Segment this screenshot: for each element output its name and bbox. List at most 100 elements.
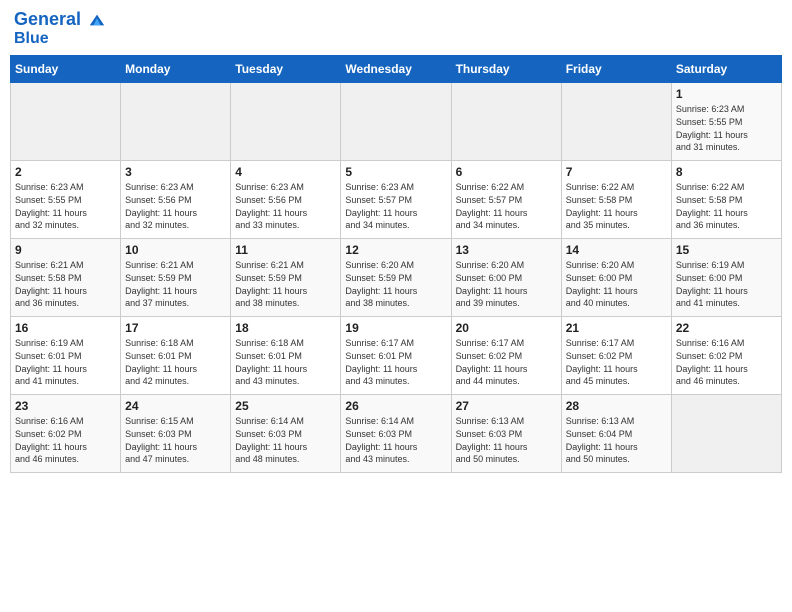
day-info: Sunrise: 6:16 AM Sunset: 6:02 PM Dayligh… xyxy=(676,337,777,387)
day-info: Sunrise: 6:20 AM Sunset: 6:00 PM Dayligh… xyxy=(456,259,557,309)
calendar-cell xyxy=(671,395,781,473)
calendar-cell xyxy=(231,83,341,161)
calendar-cell: 16 Sunrise: 6:19 AM Sunset: 6:01 PM Dayli… xyxy=(11,317,121,395)
calendar-cell xyxy=(11,83,121,161)
day-info: Sunrise: 6:18 AM Sunset: 6:01 PM Dayligh… xyxy=(125,337,226,387)
calendar-cell: 2 Sunrise: 6:23 AM Sunset: 5:55 PM Daylig… xyxy=(11,161,121,239)
day-info: Sunrise: 6:13 AM Sunset: 6:03 PM Dayligh… xyxy=(456,415,557,465)
day-number: 21 xyxy=(566,321,667,335)
calendar-cell: 24 Sunrise: 6:15 AM Sunset: 6:03 PM Dayli… xyxy=(121,395,231,473)
day-info: Sunrise: 6:19 AM Sunset: 6:01 PM Dayligh… xyxy=(15,337,116,387)
day-info: Sunrise: 6:18 AM Sunset: 6:01 PM Dayligh… xyxy=(235,337,336,387)
day-info: Sunrise: 6:21 AM Sunset: 5:59 PM Dayligh… xyxy=(125,259,226,309)
calendar-cell: 4 Sunrise: 6:23 AM Sunset: 5:56 PM Daylig… xyxy=(231,161,341,239)
calendar-cell: 17 Sunrise: 6:18 AM Sunset: 6:01 PM Dayli… xyxy=(121,317,231,395)
day-number: 3 xyxy=(125,165,226,179)
day-number: 26 xyxy=(345,399,446,413)
page-header: General Blue xyxy=(10,10,782,47)
weekday-header-saturday: Saturday xyxy=(671,56,781,83)
day-info: Sunrise: 6:20 AM Sunset: 6:00 PM Dayligh… xyxy=(566,259,667,309)
calendar-cell: 6Sunrise: 6:22 AM Sunset: 5:57 PM Daylig… xyxy=(451,161,561,239)
logo: General Blue xyxy=(14,10,106,47)
day-number: 24 xyxy=(125,399,226,413)
weekday-header-tuesday: Tuesday xyxy=(231,56,341,83)
day-info: Sunrise: 6:13 AM Sunset: 6:04 PM Dayligh… xyxy=(566,415,667,465)
day-number: 18 xyxy=(235,321,336,335)
day-info: Sunrise: 6:23 AM Sunset: 5:56 PM Dayligh… xyxy=(125,181,226,231)
day-info: Sunrise: 6:14 AM Sunset: 6:03 PM Dayligh… xyxy=(235,415,336,465)
calendar-cell: 13 Sunrise: 6:20 AM Sunset: 6:00 PM Dayli… xyxy=(451,239,561,317)
calendar-table: SundayMondayTuesdayWednesdayThursdayFrid… xyxy=(10,55,782,473)
calendar-cell xyxy=(121,83,231,161)
day-number: 12 xyxy=(345,243,446,257)
calendar-cell: 10 Sunrise: 6:21 AM Sunset: 5:59 PM Dayli… xyxy=(121,239,231,317)
day-info: Sunrise: 6:15 AM Sunset: 6:03 PM Dayligh… xyxy=(125,415,226,465)
day-number: 17 xyxy=(125,321,226,335)
day-number: 9 xyxy=(15,243,116,257)
calendar-cell: 7 Sunrise: 6:22 AM Sunset: 5:58 PM Daylig… xyxy=(561,161,671,239)
day-info: Sunrise: 6:17 AM Sunset: 6:01 PM Dayligh… xyxy=(345,337,446,387)
calendar-cell: 9 Sunrise: 6:21 AM Sunset: 5:58 PM Daylig… xyxy=(11,239,121,317)
logo-text: General xyxy=(14,10,106,30)
day-info: Sunrise: 6:21 AM Sunset: 5:59 PM Dayligh… xyxy=(235,259,336,309)
day-number: 7 xyxy=(566,165,667,179)
logo-subtext: Blue xyxy=(14,30,106,48)
day-number: 15 xyxy=(676,243,777,257)
calendar-cell: 3 Sunrise: 6:23 AM Sunset: 5:56 PM Daylig… xyxy=(121,161,231,239)
day-info: Sunrise: 6:22 AM Sunset: 5:58 PM Dayligh… xyxy=(566,181,667,231)
day-number: 16 xyxy=(15,321,116,335)
day-number: 25 xyxy=(235,399,336,413)
day-info: Sunrise: 6:21 AM Sunset: 5:58 PM Dayligh… xyxy=(15,259,116,309)
calendar-cell xyxy=(451,83,561,161)
day-info: Sunrise: 6:23 AM Sunset: 5:55 PM Dayligh… xyxy=(15,181,116,231)
day-info: Sunrise: 6:22 AM Sunset: 5:58 PM Dayligh… xyxy=(676,181,777,231)
calendar-cell: 21 Sunrise: 6:17 AM Sunset: 6:02 PM Dayli… xyxy=(561,317,671,395)
day-number: 27 xyxy=(456,399,557,413)
calendar-cell: 1 Sunrise: 6:23 AM Sunset: 5:55 PM Daylig… xyxy=(671,83,781,161)
calendar-cell: 27 Sunrise: 6:13 AM Sunset: 6:03 PM Dayli… xyxy=(451,395,561,473)
day-number: 28 xyxy=(566,399,667,413)
calendar-cell xyxy=(561,83,671,161)
day-info: Sunrise: 6:17 AM Sunset: 6:02 PM Dayligh… xyxy=(566,337,667,387)
calendar-cell: 22 Sunrise: 6:16 AM Sunset: 6:02 PM Dayli… xyxy=(671,317,781,395)
day-info: Sunrise: 6:14 AM Sunset: 6:03 PM Dayligh… xyxy=(345,415,446,465)
day-number: 10 xyxy=(125,243,226,257)
day-info: Sunrise: 6:23 AM Sunset: 5:56 PM Dayligh… xyxy=(235,181,336,231)
day-info: Sunrise: 6:23 AM Sunset: 5:55 PM Dayligh… xyxy=(676,103,777,153)
day-number: 11 xyxy=(235,243,336,257)
calendar-cell: 19 Sunrise: 6:17 AM Sunset: 6:01 PM Dayli… xyxy=(341,317,451,395)
calendar-cell: 28 Sunrise: 6:13 AM Sunset: 6:04 PM Dayli… xyxy=(561,395,671,473)
weekday-header-monday: Monday xyxy=(121,56,231,83)
weekday-header-thursday: Thursday xyxy=(451,56,561,83)
day-number: 1 xyxy=(676,87,777,101)
day-number: 22 xyxy=(676,321,777,335)
day-info: Sunrise: 6:16 AM Sunset: 6:02 PM Dayligh… xyxy=(15,415,116,465)
calendar-cell: 20Sunrise: 6:17 AM Sunset: 6:02 PM Dayli… xyxy=(451,317,561,395)
day-info: Sunrise: 6:20 AM Sunset: 5:59 PM Dayligh… xyxy=(345,259,446,309)
day-number: 19 xyxy=(345,321,446,335)
day-number: 14 xyxy=(566,243,667,257)
day-number: 5 xyxy=(345,165,446,179)
day-number: 13 xyxy=(456,243,557,257)
calendar-cell: 14 Sunrise: 6:20 AM Sunset: 6:00 PM Dayli… xyxy=(561,239,671,317)
calendar-cell: 26 Sunrise: 6:14 AM Sunset: 6:03 PM Dayli… xyxy=(341,395,451,473)
calendar-cell xyxy=(341,83,451,161)
calendar-cell: 15 Sunrise: 6:19 AM Sunset: 6:00 PM Dayli… xyxy=(671,239,781,317)
weekday-header-sunday: Sunday xyxy=(11,56,121,83)
day-info: Sunrise: 6:22 AM Sunset: 5:57 PM Dayligh… xyxy=(456,181,557,231)
calendar-cell: 5 Sunrise: 6:23 AM Sunset: 5:57 PM Daylig… xyxy=(341,161,451,239)
calendar-cell: 18 Sunrise: 6:18 AM Sunset: 6:01 PM Dayli… xyxy=(231,317,341,395)
day-info: Sunrise: 6:17 AM Sunset: 6:02 PM Dayligh… xyxy=(456,337,557,387)
calendar-cell: 25 Sunrise: 6:14 AM Sunset: 6:03 PM Dayli… xyxy=(231,395,341,473)
day-info: Sunrise: 6:23 AM Sunset: 5:57 PM Dayligh… xyxy=(345,181,446,231)
day-info: Sunrise: 6:19 AM Sunset: 6:00 PM Dayligh… xyxy=(676,259,777,309)
day-number: 8 xyxy=(676,165,777,179)
calendar-cell: 11 Sunrise: 6:21 AM Sunset: 5:59 PM Dayli… xyxy=(231,239,341,317)
day-number: 2 xyxy=(15,165,116,179)
calendar-cell: 8 Sunrise: 6:22 AM Sunset: 5:58 PM Daylig… xyxy=(671,161,781,239)
day-number: 23 xyxy=(15,399,116,413)
calendar-cell: 12 Sunrise: 6:20 AM Sunset: 5:59 PM Dayli… xyxy=(341,239,451,317)
weekday-header-wednesday: Wednesday xyxy=(341,56,451,83)
day-number: 4 xyxy=(235,165,336,179)
weekday-header-friday: Friday xyxy=(561,56,671,83)
